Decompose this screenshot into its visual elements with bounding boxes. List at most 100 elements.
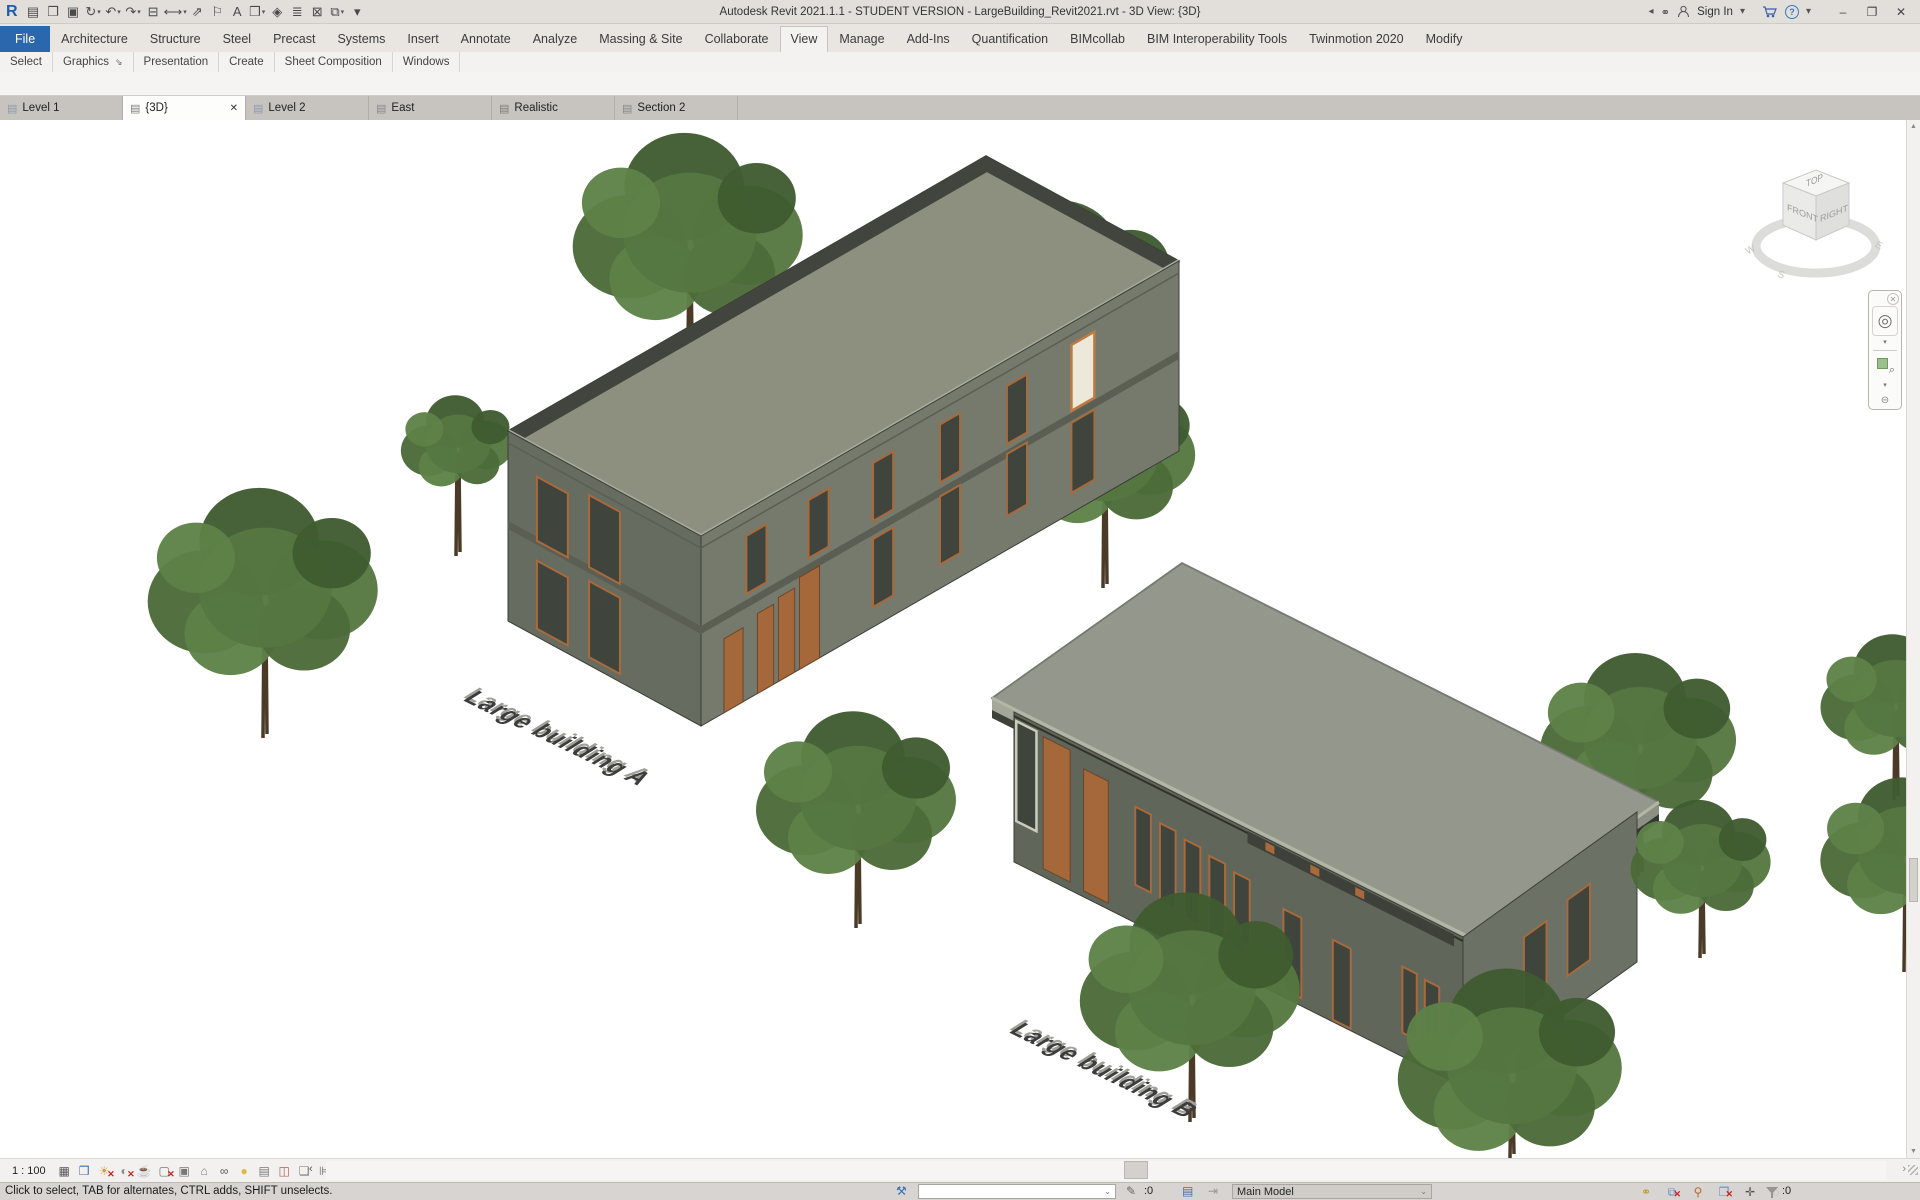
ribbon-tab[interactable]: BIMcollab xyxy=(1059,26,1136,52)
ribbon-tab[interactable]: Systems xyxy=(326,26,396,52)
ribbon-tab[interactable]: Modify xyxy=(1415,26,1474,52)
ribbon-tab[interactable]: Collaborate xyxy=(694,26,780,52)
view-tab[interactable]: ▤ {3D} ✕ xyxy=(123,96,246,120)
open-icon[interactable]: ❐▾ xyxy=(44,2,63,21)
ribbon-panel[interactable]: Sheet Composition⇘ xyxy=(275,52,393,72)
close-inactive-windows-icon[interactable]: ⊠▾ xyxy=(308,2,327,21)
ribbon-panel[interactable]: Graphics⇘ xyxy=(53,52,134,72)
shadows-icon[interactable]: ◐✕ xyxy=(115,1161,134,1180)
ribbon-tab[interactable]: BIM Interoperability Tools xyxy=(1136,26,1298,52)
tree[interactable] xyxy=(148,488,378,738)
view-scale-button[interactable]: 1 : 100 xyxy=(8,1165,54,1177)
vertical-scrollbar[interactable]: ▲ ▼ xyxy=(1906,120,1920,1158)
design-options-icon[interactable]: ▤ xyxy=(1182,1184,1193,1198)
aligned-dimension-icon[interactable]: ⇗▾ xyxy=(188,2,207,21)
active-workset-select[interactable]: ⌄ xyxy=(918,1184,1116,1199)
sign-in-dropdown-icon[interactable]: ▾ xyxy=(1740,6,1745,17)
ribbon-panel[interactable]: Select⇘ xyxy=(0,52,53,72)
ribbon-tab[interactable]: Steel xyxy=(212,26,263,52)
vertical-scroll-thumb[interactable] xyxy=(1909,858,1918,902)
select-links-icon[interactable]: ⚭✕ xyxy=(1638,1184,1654,1200)
ribbon-tab[interactable]: Annotate xyxy=(450,26,522,52)
undo-icon[interactable]: ↶▾ xyxy=(104,2,123,21)
select-pinned-elements-icon[interactable]: ⚲✕ xyxy=(1690,1184,1706,1200)
scroll-down-icon[interactable]: ▼ xyxy=(1907,1148,1920,1155)
show-analytical-model-icon[interactable]: ◫✕ xyxy=(275,1161,294,1180)
tree[interactable] xyxy=(401,395,513,556)
tree[interactable] xyxy=(756,711,956,928)
view-cube[interactable]: W S E TOP FRONT RIGHT xyxy=(1742,162,1892,290)
show-crop-region-icon[interactable]: ▣✕ xyxy=(175,1161,194,1180)
view-tab[interactable]: ▤ Section 2 ✕ xyxy=(615,96,738,120)
ribbon-tab[interactable]: Architecture xyxy=(50,26,139,52)
design-option-select[interactable]: Main Model⌄ xyxy=(1232,1184,1432,1199)
section-icon[interactable]: ◈▾ xyxy=(268,2,287,21)
app-store-cart-icon[interactable] xyxy=(1762,5,1778,18)
ribbon-panel[interactable]: Windows⇘ xyxy=(393,52,461,72)
reveal-hidden-elements-icon[interactable]: ●✕ xyxy=(235,1161,254,1180)
crop-view-icon[interactable]: ▢✕ xyxy=(155,1161,174,1180)
navbar-close-icon[interactable]: ✕ xyxy=(1887,293,1899,305)
visual-style-icon[interactable]: ❒✕ xyxy=(75,1161,94,1180)
ribbon-tab[interactable]: Quantification xyxy=(961,26,1059,52)
ribbon-tab[interactable]: Massing & Site xyxy=(588,26,693,52)
customize-qat-icon[interactable]: ▾▾ xyxy=(348,2,367,21)
ribbon-tab[interactable]: Analyze xyxy=(522,26,588,52)
navbar-minimize-icon[interactable]: ⊖ xyxy=(1881,395,1889,406)
help-icon[interactable]: ? xyxy=(1785,5,1799,19)
zoom-tool-icon[interactable]: ⌕ xyxy=(1872,353,1898,379)
lock-3d-view-icon[interactable]: ⌂✕ xyxy=(195,1161,214,1180)
select-underlay-elements-icon[interactable]: ⧉✕ xyxy=(1664,1184,1680,1200)
ribbon-tab[interactable]: View xyxy=(780,26,829,52)
tree[interactable] xyxy=(1631,800,1771,958)
view-tab[interactable]: ▤ Level 1 ✕ xyxy=(0,96,123,120)
infocenter-collapse-icon[interactable]: ◂ xyxy=(1648,6,1653,17)
steering-wheel-dropdown-icon[interactable]: ▾ xyxy=(1883,338,1887,346)
file-properties-icon[interactable]: ▤▾ xyxy=(24,2,43,21)
view-tab[interactable]: ▤ Realistic ✕ xyxy=(492,96,615,120)
revit-logo[interactable]: R xyxy=(4,3,23,21)
view-tab[interactable]: ▤ Level 2 ✕ xyxy=(246,96,369,120)
minimize-button[interactable]: – xyxy=(1832,5,1854,19)
save-icon[interactable]: ▣▾ xyxy=(64,2,83,21)
print-icon[interactable]: ⊟▾ xyxy=(144,2,163,21)
restore-button[interactable]: ❐ xyxy=(1861,5,1883,19)
editable-only-icon[interactable]: ✎ xyxy=(1126,1184,1136,1198)
drawing-area[interactable]: Large building A Large building A Large … xyxy=(0,120,1920,1158)
temporary-view-properties-icon[interactable]: ▤✕ xyxy=(255,1161,274,1180)
search-icon[interactable]: ⚭ xyxy=(1660,5,1670,19)
zoom-dropdown-icon[interactable]: ▾ xyxy=(1883,381,1887,389)
redo-icon[interactable]: ↷▾ xyxy=(124,2,143,21)
ribbon-tab[interactable]: Add-Ins xyxy=(896,26,961,52)
select-elements-by-face-icon[interactable]: ❒✕ xyxy=(1716,1184,1732,1200)
horizontal-scrollbar[interactable] xyxy=(326,1161,1886,1180)
close-view-icon[interactable]: ✕ xyxy=(230,103,238,114)
sign-in-button[interactable]: Sign In xyxy=(1697,6,1733,18)
text-icon[interactable]: A▾ xyxy=(228,2,247,21)
resize-grip[interactable] xyxy=(1908,1165,1918,1175)
panel-launcher-icon[interactable]: ⇘ xyxy=(115,57,123,68)
switch-windows-icon[interactable]: ⧉▾ xyxy=(328,2,347,21)
measure-icon[interactable]: ⟷▾ xyxy=(164,2,187,21)
detail-level-icon[interactable]: ▦✕ xyxy=(55,1161,74,1180)
ribbon-tab[interactable]: Insert xyxy=(396,26,449,52)
close-button[interactable]: ✕ xyxy=(1890,5,1912,19)
sun-path-icon[interactable]: ☀✕ xyxy=(95,1161,114,1180)
ribbon-tab[interactable]: Twinmotion 2020 xyxy=(1298,26,1415,52)
drag-elements-on-selection-icon[interactable]: ✛✕ xyxy=(1742,1184,1758,1200)
scroll-right-icon[interactable]: › xyxy=(1902,1163,1906,1175)
tag-by-category-icon[interactable]: ⚐▾ xyxy=(208,2,227,21)
ribbon-tab[interactable]: Precast xyxy=(262,26,326,52)
default-3d-view-icon[interactable]: ❒▾ xyxy=(248,2,267,21)
ribbon-panel[interactable]: Presentation⇘ xyxy=(134,52,220,72)
temporary-hide-isolate-icon[interactable]: ∞✕ xyxy=(215,1161,234,1180)
scroll-up-icon[interactable]: ▲ xyxy=(1907,123,1920,130)
ribbon-tab[interactable]: Manage xyxy=(828,26,895,52)
ribbon-tab[interactable]: File xyxy=(0,26,50,52)
steering-wheel-icon[interactable]: ◎ xyxy=(1872,306,1898,336)
ribbon-panel[interactable]: Create⇘ xyxy=(219,52,275,72)
worksets-icon[interactable]: ⚒ xyxy=(896,1184,907,1198)
model-3d-view[interactable]: Large building A Large building A Large … xyxy=(0,120,1920,1158)
thin-lines-icon[interactable]: ≣▾ xyxy=(288,2,307,21)
ribbon-tab[interactable]: Structure xyxy=(139,26,212,52)
